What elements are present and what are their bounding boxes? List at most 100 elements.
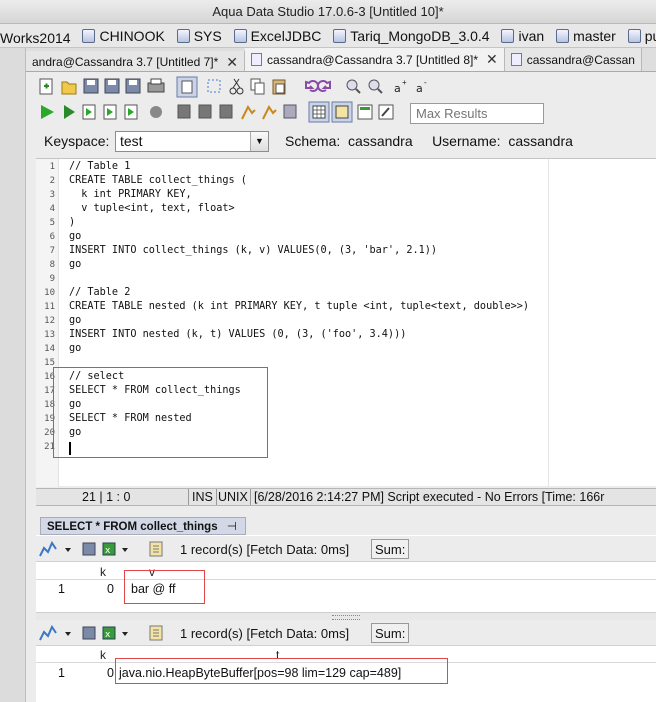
print-icon[interactable] [147,78,165,93]
undo-icon[interactable] [305,80,319,92]
parameter-icon[interactable] [283,104,297,119]
select-icon[interactable] [207,79,221,93]
code-line[interactable]: go [69,343,81,354]
export-icon[interactable] [82,542,96,556]
close-icon[interactable]: ✕ [226,54,238,71]
paste-special-icon[interactable] [176,76,198,98]
execute-current-icon[interactable] [64,105,75,119]
code-line[interactable]: go [69,231,81,242]
connection-item[interactable]: Tariq_MongoDB_3.0.4 [333,24,490,47]
connection-item[interactable]: ExcelJDBC [233,24,322,47]
script-icon[interactable] [149,541,163,557]
code-line[interactable]: // Table 2 [69,287,130,298]
copy-icon[interactable] [250,78,265,95]
column-header-k[interactable]: k [100,648,106,662]
connection-item[interactable]: master [556,24,616,47]
connection-item[interactable]: SYS [176,24,222,47]
record-count: 1 record(s) [Fetch Data: 0ms] [180,542,350,557]
connection-item[interactable]: CHINOOK [82,24,165,47]
execute-all-icon[interactable] [124,104,138,120]
svg-text:a: a [394,82,401,95]
font-decrease-icon[interactable]: a- [416,78,427,95]
execute-selection-icon[interactable] [103,104,117,120]
print-margin-line [548,159,549,487]
line-number: 3 [49,190,55,200]
text-view-icon[interactable] [331,101,353,123]
left-rail [0,48,26,702]
line-number: 21 [44,442,55,452]
tab-untitled-9[interactable]: cassandra@Cassan [504,48,642,71]
result-tab[interactable]: SELECT * FROM collect_things ⊣ [40,517,246,535]
commit-icon[interactable] [177,104,191,119]
connection-item[interactable]: Works2014 [0,26,71,47]
sql-editor[interactable]: 1 2 3 4 5 6 7 8 9 10 11 12 13 14 15 16 17 18 19 20 21 // Tab… [36,158,656,487]
font-increase-icon[interactable]: a + [394,78,407,95]
code-line[interactable]: INSERT INTO collect_things (k, v) VALUES… [69,245,437,256]
code-line[interactable]: // Table 1 [69,161,130,172]
save-all-icon[interactable] [125,78,141,94]
tab-untitled-7[interactable]: andra@Cassandra 3.7 [Untitled 7]* ✕ [26,50,246,71]
code-line[interactable]: go [69,315,81,326]
results-layout-icon[interactable] [357,104,373,120]
connection-item[interactable]: ivan [501,24,544,47]
execute-script-icon[interactable] [82,104,96,120]
toolbar-primary-icons: a + a- [39,76,427,98]
save-icon[interactable] [83,78,99,94]
close-icon[interactable]: ✕ [486,51,498,68]
connection-label: ExcelJDBC [250,28,322,44]
sum-field[interactable]: Sum: [371,539,410,559]
code-line[interactable]: k int PRIMARY KEY, [69,189,191,200]
new-file-icon[interactable] [39,78,53,95]
rollback-icon[interactable] [198,104,212,119]
splitter-handle[interactable] [36,612,656,620]
code-line[interactable]: CREATE TABLE collect_things ( [69,175,247,186]
chart-icon[interactable] [39,624,57,641]
open-folder-icon[interactable] [61,81,77,95]
cut-icon[interactable] [229,78,244,95]
chart-icon[interactable] [39,540,57,557]
chevron-down-icon[interactable] [122,548,128,552]
cell-k[interactable]: 0 [107,666,114,680]
chevron-down-icon[interactable] [65,548,71,552]
explain-plan-icon[interactable] [241,105,256,120]
excel-icon[interactable]: x [102,626,116,640]
code-line[interactable]: CREATE TABLE nested (k int PRIMARY KEY, … [69,301,529,312]
chevron-down-icon[interactable] [65,632,71,636]
auto-commit-icon[interactable] [219,104,233,119]
paste-icon[interactable] [272,79,286,95]
tab-label: andra@Cassandra 3.7 [Untitled 7]* [32,55,219,69]
execute-icon[interactable] [41,105,54,119]
chevron-down-icon[interactable] [122,632,128,636]
tab-untitled-8[interactable]: cassandra@Cassandra 3.7 [Untitled 8]* ✕ [245,48,505,71]
code-line[interactable]: v tuple<int, text, float> [69,203,234,214]
sum-field[interactable]: Sum: [371,623,410,643]
svg-text:a: a [416,82,423,95]
toolbar-primary: a + a- [36,76,436,98]
excel-icon[interactable]: x [102,542,116,556]
chevron-down-icon[interactable]: ▼ [250,132,268,151]
code-line[interactable]: INSERT INTO nested (k, t) VALUES (0, (3,… [69,329,406,340]
line-number: 5 [49,218,55,228]
editor-tab-bar: andra@Cassandra 3.7 [Untitled 7]* ✕ cassan… [26,48,656,72]
query-analyzer-icon[interactable] [262,105,277,120]
script-icon[interactable] [149,625,163,641]
stop-icon[interactable] [150,106,162,118]
find-replace-icon[interactable] [368,79,383,94]
export-icon[interactable] [82,626,96,640]
max-results-input[interactable] [410,103,544,124]
column-header-k[interactable]: k [100,565,106,579]
grid-view-icon[interactable] [308,101,330,123]
results-panel: x 1 record(s) [Fetch Data: 0ms] Sum: k v… [36,535,656,702]
status-message: [6/28/2016 2:14:27 PM] Script executed -… [254,490,605,504]
code-line[interactable]: go [69,259,81,270]
code-line[interactable]: ) [69,217,75,228]
save-as-icon[interactable] [104,78,120,94]
find-icon[interactable] [346,79,361,94]
connection-item[interactable]: public [627,24,656,47]
edit-results-icon[interactable] [378,104,394,120]
cell-k[interactable]: 0 [107,582,114,596]
redo-icon[interactable] [317,80,331,92]
pin-icon[interactable]: ⊣ [227,521,237,533]
keyspace-select[interactable]: test ▼ [115,131,269,152]
line-number: 6 [49,232,55,242]
